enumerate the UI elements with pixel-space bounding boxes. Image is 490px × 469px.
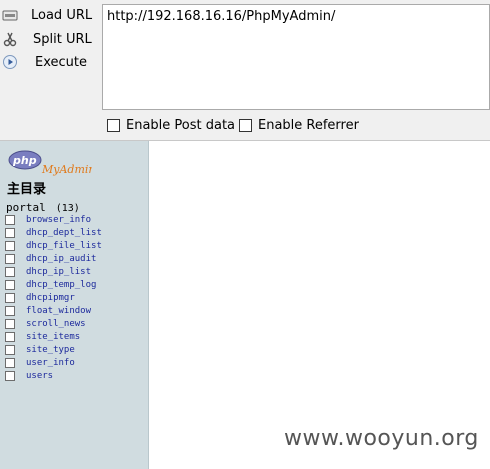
play-icon [2,54,18,70]
browse-table-icon[interactable] [5,344,15,355]
list-item[interactable]: user_info [5,356,102,369]
split-url-label: Split URL [33,31,92,47]
list-item[interactable]: site_items [5,330,102,343]
list-item[interactable]: dhcp_dept_list [5,226,102,239]
load-url-label: Load URL [31,7,93,23]
enable-post-toggle[interactable]: Enable Post data [107,118,235,133]
load-url-icon [2,7,18,23]
browse-table-icon[interactable] [5,357,15,368]
table-list: browser_info dhcp_dept_list dhcp_file_li… [5,213,102,382]
browse-table-icon[interactable] [5,305,15,316]
phpmyadmin-left-frame: php MyAdmin 主目录 portal (13) browser_info … [0,141,149,469]
browse-table-icon[interactable] [5,214,15,225]
table-link[interactable]: dhcp_ip_audit [26,254,96,264]
url-textarea[interactable]: http://192.168.16.16/PhpMyAdmin/ [102,4,490,110]
list-item[interactable]: dhcpipmgr [5,291,102,304]
browse-table-icon[interactable] [5,279,15,290]
browse-table-icon[interactable] [5,292,15,303]
table-link[interactable]: float_window [26,306,91,316]
phpmyadmin-logo[interactable]: php MyAdmin [8,149,96,177]
table-link[interactable]: site_items [26,332,80,342]
browse-table-icon[interactable] [5,370,15,381]
list-item[interactable]: users [5,369,102,382]
hackbar-toolbar: Load URL Split URL Execute http://192.16… [0,0,490,141]
table-link[interactable]: dhcp_ip_list [26,267,91,277]
browse-table-icon[interactable] [5,318,15,329]
enable-referrer-label: Enable Referrer [258,118,359,133]
scissors-icon [2,31,18,47]
table-link[interactable]: site_type [26,345,75,355]
list-item[interactable]: float_window [5,304,102,317]
table-link[interactable]: user_info [26,358,75,368]
browse-table-icon[interactable] [5,227,15,238]
table-link[interactable]: dhcpipmgr [26,293,75,303]
table-link[interactable]: browser_info [26,215,91,225]
table-link[interactable]: dhcp_file_list [26,241,102,251]
table-link[interactable]: dhcp_dept_list [26,228,102,238]
enable-post-checkbox[interactable] [107,119,120,132]
table-link[interactable]: users [26,371,53,381]
execute-button[interactable]: Execute [2,52,98,72]
browse-table-icon[interactable] [5,240,15,251]
list-item[interactable]: dhcp_file_list [5,239,102,252]
list-item[interactable]: dhcp_temp_log [5,278,102,291]
watermark-text: www.wooyun.org [284,426,479,451]
table-link[interactable]: dhcp_temp_log [26,280,96,290]
browse-table-icon[interactable] [5,331,15,342]
enable-referrer-toggle[interactable]: Enable Referrer [239,118,359,133]
logo-myadmin-text: MyAdmin [41,163,92,176]
list-item[interactable]: dhcp_ip_list [5,265,102,278]
list-item[interactable]: browser_info [5,213,102,226]
browse-table-icon[interactable] [5,266,15,277]
load-url-button[interactable]: Load URL [2,5,98,25]
logo-php-text: php [12,154,37,167]
list-item[interactable]: scroll_news [5,317,102,330]
browse-table-icon[interactable] [5,253,15,264]
table-link[interactable]: scroll_news [26,319,86,329]
enable-post-label: Enable Post data [126,118,236,133]
list-item[interactable]: dhcp_ip_audit [5,252,102,265]
main-directory-link[interactable]: 主目录 [7,178,46,197]
list-item[interactable]: site_type [5,343,102,356]
execute-label: Execute [35,54,87,70]
enable-referrer-checkbox[interactable] [239,119,252,132]
split-url-button[interactable]: Split URL [2,29,98,49]
